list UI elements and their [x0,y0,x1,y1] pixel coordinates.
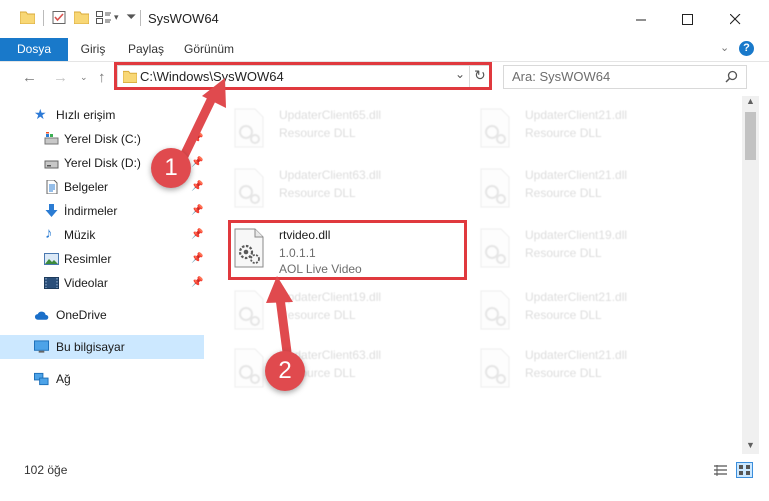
item-count: 102 öğe [24,463,68,477]
large-icons-view-icon[interactable] [736,462,753,478]
status-bar [0,454,769,488]
arrow-2-head [266,276,293,303]
arrow-2-shaft [275,293,292,357]
step-1-badge: 1 [151,148,191,188]
annotation-arrows [179,78,293,357]
step-2-badge: 2 [265,351,305,391]
arrow-1-shaft [179,91,218,161]
details-view-icon[interactable] [713,464,728,477]
